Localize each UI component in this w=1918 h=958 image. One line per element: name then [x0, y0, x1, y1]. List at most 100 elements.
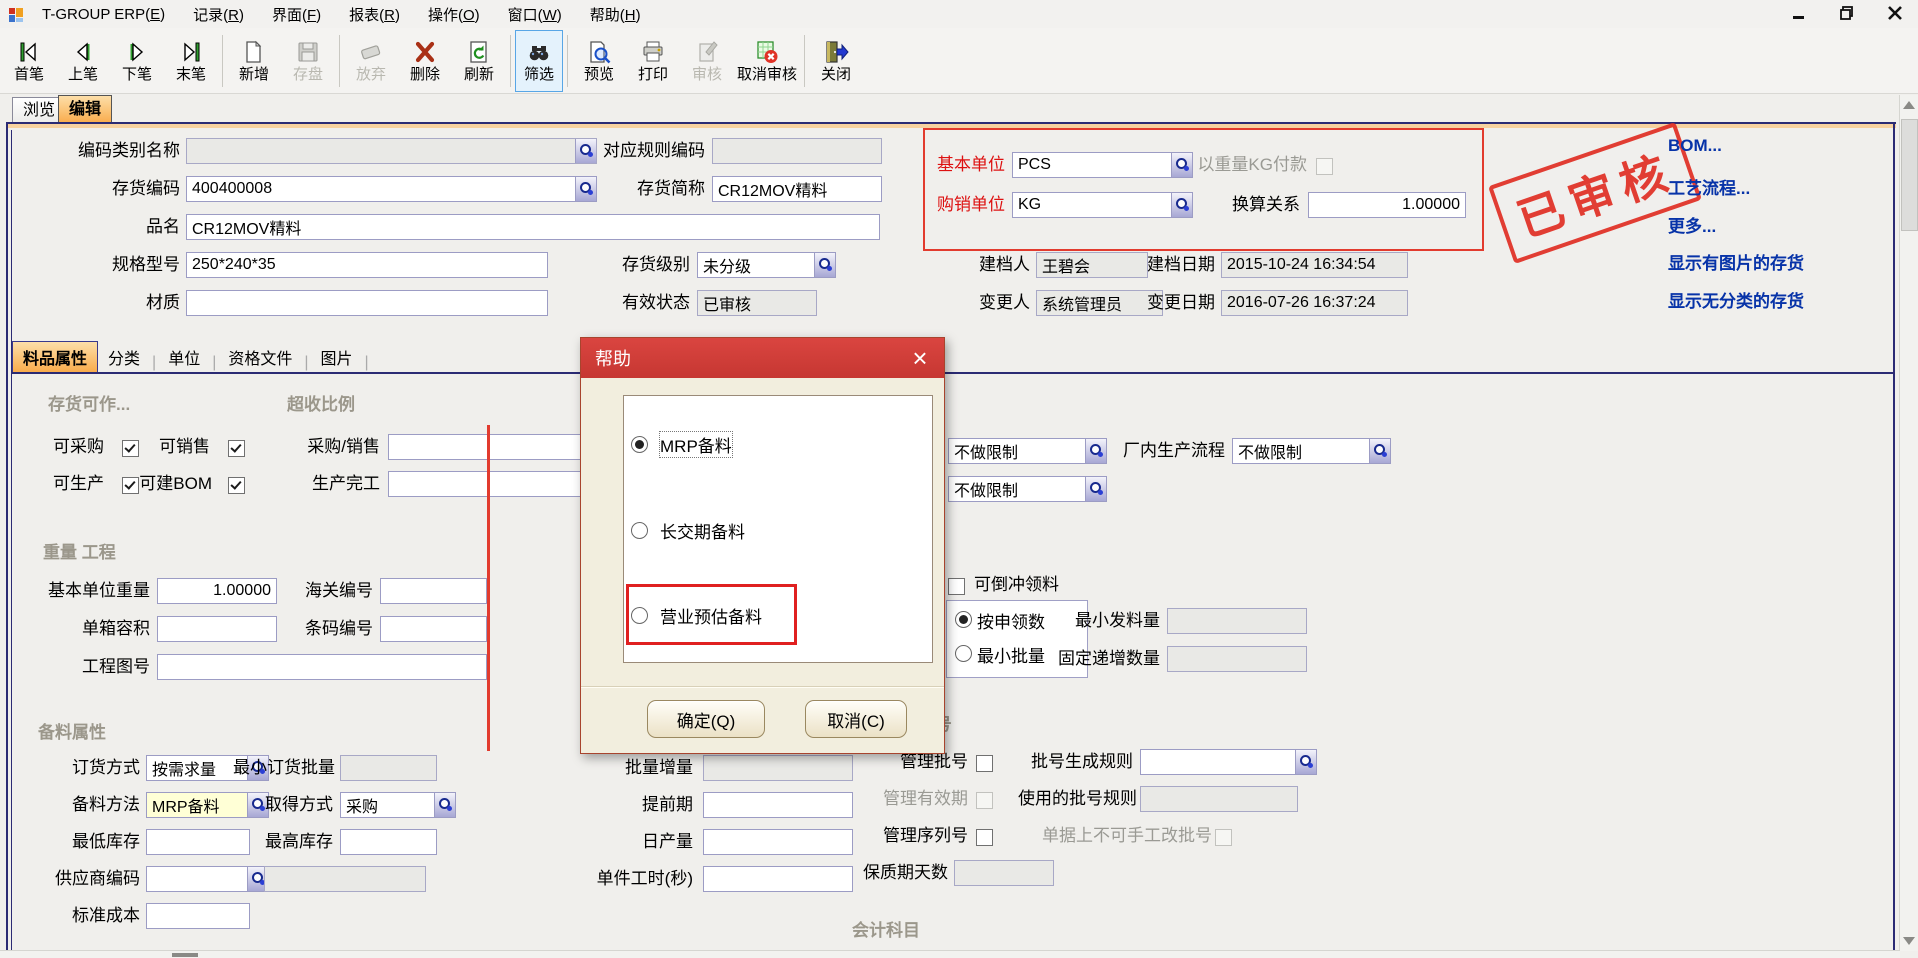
inventory-code-field[interactable]: 400400008	[186, 176, 597, 202]
minimize-button[interactable]	[1786, 2, 1812, 24]
subtab-item-image[interactable]: 图片	[311, 342, 363, 372]
link-bom[interactable]: BOM...	[1668, 136, 1722, 156]
toolbar-filter-button[interactable]: 筛选	[515, 30, 563, 92]
toolbar-close-button[interactable]: 关闭	[809, 30, 863, 92]
purchasable-checkbox[interactable]	[122, 440, 139, 457]
conversion-field[interactable]: 1.00000	[1308, 192, 1466, 218]
factory-flow-field[interactable]: 不做限制	[1232, 438, 1391, 464]
link-more[interactable]: 更多...	[1668, 212, 1716, 237]
dialog-option-long-lead[interactable]: 长交期备料	[631, 520, 745, 540]
hscroll-thumb[interactable]	[172, 953, 198, 957]
bom-checkbox[interactable]	[228, 477, 245, 494]
menu-item-app[interactable]: T-GROUP ERP(E)	[30, 3, 177, 26]
panel-left-border	[6, 122, 8, 952]
field-label: 建档人	[930, 252, 1030, 278]
rule-code-field[interactable]	[712, 138, 882, 164]
product-name-field[interactable]: CR12MOV精料	[186, 214, 880, 240]
unit-time-field[interactable]	[703, 866, 853, 892]
dialog-close-icon[interactable]: ×	[906, 344, 934, 372]
batch-rule-field[interactable]	[1140, 749, 1317, 775]
subtab-separator: |	[363, 354, 371, 372]
link-show-with-image[interactable]: 显示有图片的存货	[1668, 249, 1804, 274]
lookup-icon[interactable]	[814, 253, 835, 277]
menu-item-interface[interactable]: 界面(F)	[260, 1, 333, 28]
trade-unit-field[interactable]: KG	[1012, 192, 1193, 218]
lead-time-field[interactable]	[703, 792, 853, 818]
toolbar-next-button[interactable]: 下笔	[110, 30, 164, 92]
window-controls	[1786, 2, 1908, 24]
inventory-level-field[interactable]: 未分级	[697, 252, 836, 278]
sellable-checkbox[interactable]	[228, 440, 245, 457]
lookup-icon[interactable]	[1369, 439, 1390, 463]
category-name-field[interactable]	[186, 138, 597, 164]
manage-serial-checkbox[interactable]	[976, 829, 993, 846]
toolbar-cancel-audit-button[interactable]: 取消审核	[734, 30, 800, 92]
radio-icon[interactable]	[631, 436, 648, 453]
base-unit-field[interactable]: PCS	[1012, 152, 1193, 178]
dialog-ok-button[interactable]: 确定(Q)	[647, 700, 765, 738]
drawing-no-field[interactable]	[157, 654, 487, 680]
menu-item-operate[interactable]: 操作(O)	[416, 1, 492, 28]
subtab-item-unit[interactable]: 单位	[158, 342, 210, 372]
toolbar-prev-button[interactable]: 上笔	[56, 30, 110, 92]
lookup-icon[interactable]	[1085, 477, 1106, 501]
backflush-checkbox[interactable]	[948, 578, 965, 595]
create-date-field: 2015-10-24 16:34:54	[1221, 252, 1408, 278]
toolbar-refresh-button[interactable]: 刷新	[452, 30, 506, 92]
restore-button[interactable]	[1834, 2, 1860, 24]
lookup-icon[interactable]	[1171, 193, 1192, 217]
max-stock-field[interactable]	[340, 829, 437, 855]
manage-batch-checkbox[interactable]	[976, 755, 993, 772]
scroll-down-icon[interactable]	[1903, 937, 1915, 945]
menu-item-help[interactable]: 帮助(H)	[578, 1, 653, 28]
dialog-titlebar[interactable]: 帮助	[581, 338, 944, 378]
customs-code-field[interactable]	[380, 578, 487, 604]
acquire-mode-field[interactable]: 采购	[340, 792, 456, 818]
radio-icon[interactable]	[631, 522, 648, 539]
lookup-icon[interactable]	[1295, 750, 1316, 774]
limit-field-1[interactable]: 不做限制	[948, 438, 1107, 464]
lookup-icon[interactable]	[434, 793, 455, 817]
scroll-up-icon[interactable]	[1903, 101, 1915, 109]
inventory-shortname-field[interactable]: CR12MOV精料	[712, 176, 882, 202]
base-unit-weight-field[interactable]: 1.00000	[157, 578, 277, 604]
spec-model-field[interactable]: 250*240*35	[186, 252, 548, 278]
link-process-flow[interactable]: 工艺流程...	[1668, 174, 1750, 199]
field-label: 建档日期	[1120, 252, 1215, 278]
supplier-code-field[interactable]	[146, 866, 269, 892]
producible-checkbox[interactable]	[122, 477, 139, 494]
checkbox-label: 单据上不可手工改批号	[1042, 823, 1207, 849]
barcode-field[interactable]	[380, 616, 487, 642]
red-annotation-box	[923, 128, 1484, 251]
dialog-option-mrp[interactable]: MRP备料	[631, 434, 732, 454]
subtab-item-qualification[interactable]: 资格文件	[218, 342, 302, 372]
menu-item-record[interactable]: 记录(R)	[181, 1, 256, 28]
toolbar-first-button[interactable]: 首笔	[2, 30, 56, 92]
link-show-unclassified[interactable]: 显示无分类的存货	[1668, 287, 1804, 312]
lookup-icon[interactable]	[1171, 153, 1192, 177]
material-field[interactable]	[186, 290, 548, 316]
horizontal-scrollbar[interactable]	[0, 950, 1900, 958]
subtab-item-category[interactable]: 分类	[98, 342, 150, 372]
close-button[interactable]	[1882, 2, 1908, 24]
vertical-scrollbar[interactable]	[1899, 95, 1918, 951]
toolbar-print-button[interactable]: 打印	[626, 30, 680, 92]
toolbar-last-button[interactable]: 末笔	[164, 30, 218, 92]
by-request-radio[interactable]	[955, 611, 972, 628]
toolbar-delete-button[interactable]: 删除	[398, 30, 452, 92]
toolbar-preview-button[interactable]: 预览	[572, 30, 626, 92]
subtab-item-properties[interactable]: 料品属性	[12, 341, 98, 372]
scrollbar-thumb[interactable]	[1901, 119, 1918, 231]
menu-item-report[interactable]: 报表(R)	[337, 1, 412, 28]
pay-by-kg-checkbox[interactable]	[1316, 158, 1333, 175]
toolbar-new-button[interactable]: 新增	[227, 30, 281, 92]
min-batch-radio[interactable]	[955, 645, 972, 662]
daily-output-field[interactable]	[703, 829, 853, 855]
tab-edit[interactable]: 编辑	[58, 95, 112, 123]
dialog-cancel-button[interactable]: 取消(C)	[805, 700, 907, 738]
standard-cost-field[interactable]	[146, 903, 250, 929]
menu-item-window[interactable]: 窗口(W)	[496, 1, 574, 28]
limit-field-2[interactable]: 不做限制	[948, 476, 1107, 502]
field-label: 日产量	[593, 829, 693, 855]
box-volume-field[interactable]	[157, 616, 277, 642]
